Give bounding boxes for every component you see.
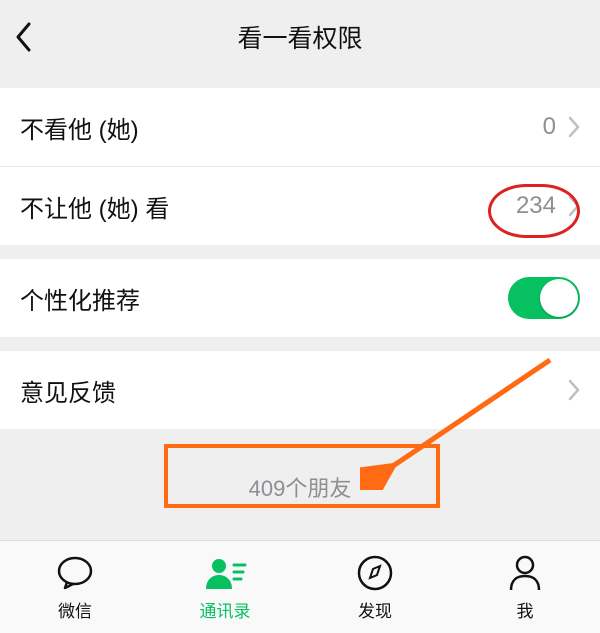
cell-value: 234 — [516, 192, 556, 220]
chat-bubble-icon — [55, 553, 95, 593]
tab-label: 发现 — [358, 597, 392, 622]
cell-label: 个性化推荐 — [20, 281, 140, 316]
tab-discover[interactable]: 发现 — [300, 541, 450, 633]
friend-count-text: 409个朋友 — [0, 429, 600, 543]
toggle-knob — [540, 279, 578, 317]
tab-contacts[interactable]: 通讯录 — [150, 541, 300, 633]
cell-right: 234 — [516, 192, 580, 220]
feedback-group: 意见反馈 — [0, 351, 600, 429]
cell-hide-from-them[interactable]: 不让他 (她) 看 234 — [0, 166, 600, 245]
recommend-group: 个性化推荐 — [0, 259, 600, 337]
tab-me[interactable]: 我 — [450, 541, 600, 633]
tab-chats[interactable]: 微信 — [0, 541, 150, 633]
cell-right — [568, 379, 580, 401]
cell-label: 不看他 (她) — [20, 110, 139, 145]
cell-label: 不让他 (她) 看 — [20, 189, 169, 224]
contacts-icon — [203, 553, 247, 593]
chevron-right-icon — [568, 379, 580, 401]
cell-feedback[interactable]: 意见反馈 — [0, 351, 600, 429]
tab-label: 通讯录 — [200, 597, 251, 622]
chevron-left-icon — [14, 21, 34, 53]
cell-right — [508, 277, 580, 319]
cell-right: 0 — [543, 113, 580, 141]
tab-bar: 微信 通讯录 发现 我 — [0, 540, 600, 633]
toggle-personalized[interactable] — [508, 277, 580, 319]
cell-label: 意见反馈 — [20, 373, 116, 408]
tab-label: 微信 — [58, 597, 92, 622]
chevron-right-icon — [568, 116, 580, 138]
privacy-group: 不看他 (她) 0 不让他 (她) 看 234 — [0, 88, 600, 245]
tab-label: 我 — [517, 597, 534, 622]
header-bar: 看一看权限 — [0, 0, 600, 74]
back-button[interactable] — [14, 0, 64, 74]
cell-value: 0 — [543, 113, 556, 141]
cell-personalized: 个性化推荐 — [0, 259, 600, 337]
person-icon — [508, 553, 542, 593]
compass-icon — [356, 553, 394, 593]
chevron-right-icon — [568, 195, 580, 217]
cell-hide-from-me[interactable]: 不看他 (她) 0 — [0, 88, 600, 166]
page-title: 看一看权限 — [237, 19, 362, 55]
